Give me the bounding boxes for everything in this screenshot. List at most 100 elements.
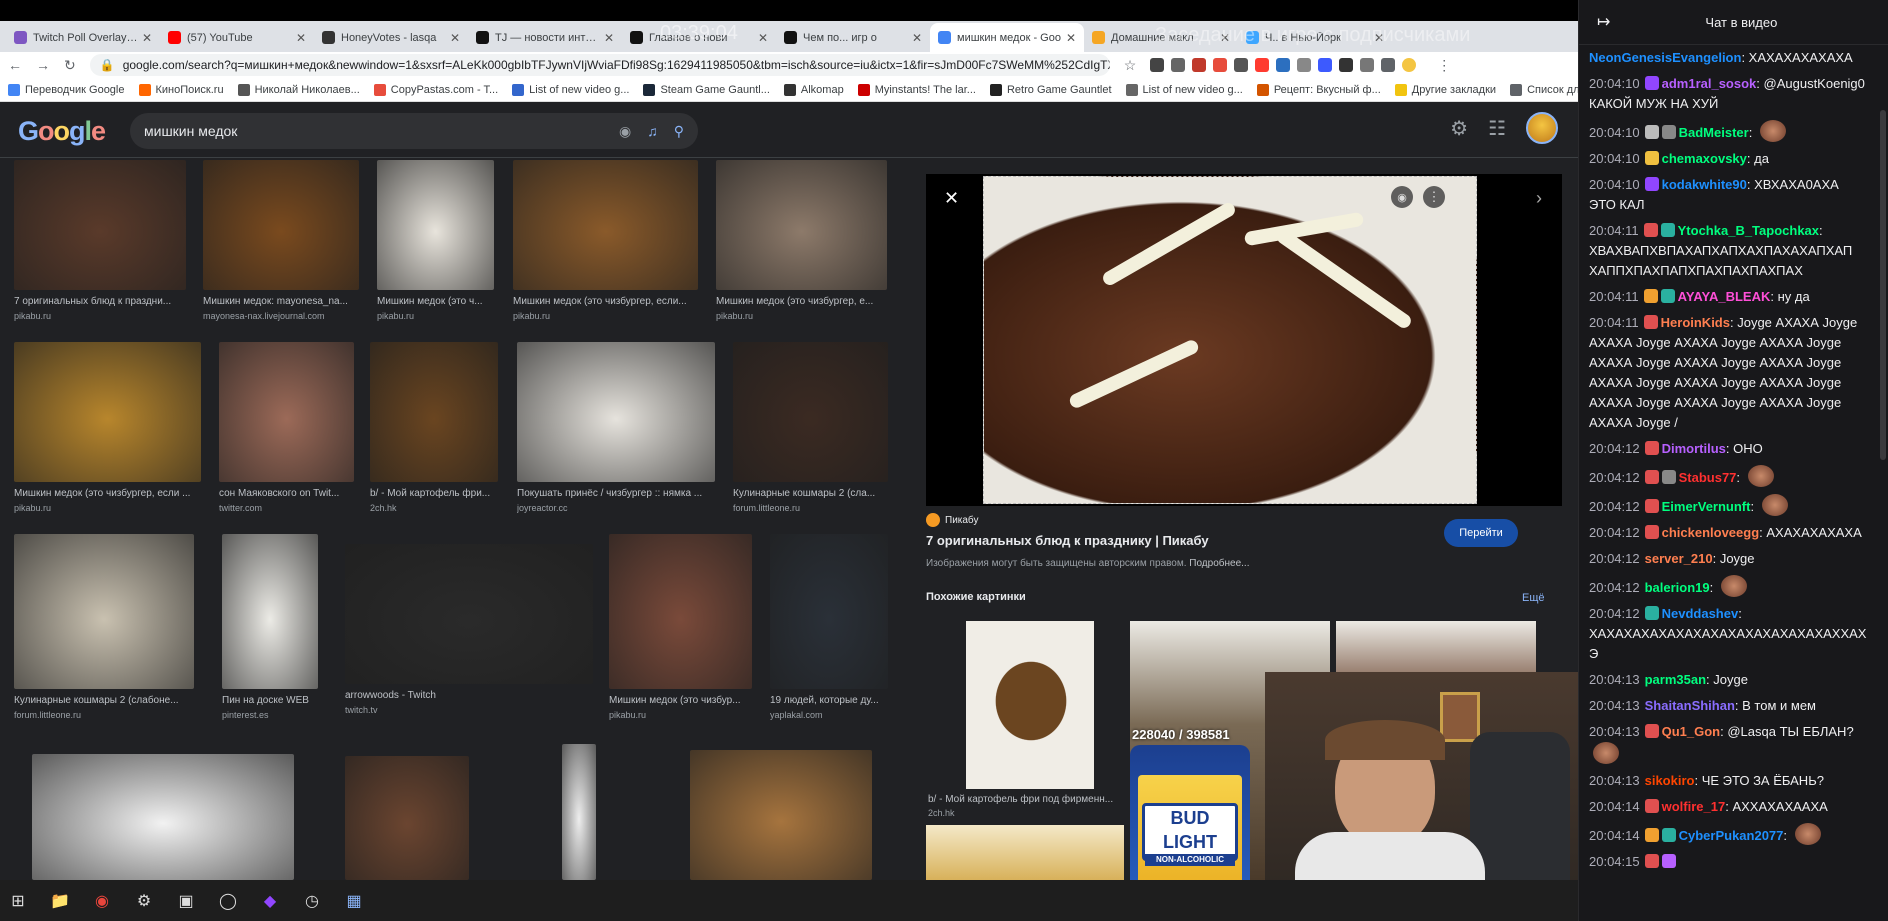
windows-start-icon[interactable]: ⊞ xyxy=(6,889,30,913)
extension-icon[interactable] xyxy=(1171,58,1186,72)
extension-icon[interactable] xyxy=(1276,58,1291,72)
emote-icon[interactable] xyxy=(1593,742,1619,764)
chat-username[interactable]: chemaxovsky xyxy=(1662,151,1747,166)
chat-username[interactable]: Stabus77 xyxy=(1679,470,1737,485)
chat-username[interactable]: HeroinKids xyxy=(1661,315,1730,330)
close-tab-icon[interactable]: ✕ xyxy=(142,31,152,45)
bookmark-item[interactable]: Список для чтения xyxy=(1510,83,1578,96)
close-tab-icon[interactable]: ✕ xyxy=(912,31,922,45)
chat-badge-icon[interactable] xyxy=(1660,289,1675,303)
chrome-icon[interactable]: ◉ xyxy=(90,889,114,913)
close-icon[interactable]: ✕ xyxy=(944,188,959,209)
chat-username[interactable]: parm35an xyxy=(1645,672,1706,687)
chat-badge-icon[interactable] xyxy=(1644,799,1659,813)
chat-username[interactable]: NeonGenesisEvangelion xyxy=(1589,50,1741,65)
result-caption[interactable]: Кулинарные кошмары 2 (слабоне... xyxy=(14,695,194,706)
emote-icon[interactable] xyxy=(1759,120,1786,142)
chat-badge-icon[interactable] xyxy=(1644,499,1659,513)
result-caption[interactable]: Мишкин медок (это чизбургер, если ... xyxy=(14,488,201,499)
visit-button[interactable]: Перейти xyxy=(1444,519,1518,547)
file-explorer-icon[interactable]: 📁 xyxy=(48,889,72,913)
result-caption[interactable]: Мишкин медок: mayonesa_na... xyxy=(203,296,359,307)
image-result[interactable]: Мишкин медок (это чизбур... pikabu.ru xyxy=(609,534,752,720)
result-caption[interactable]: b/ - Мой картофель фри... xyxy=(370,488,498,499)
preview-title[interactable]: 7 оригинальных блюд к празднику | Пикабу xyxy=(926,533,1209,548)
chat-username[interactable]: CyberPukan2077 xyxy=(1679,828,1784,843)
twitch-icon[interactable]: ◆ xyxy=(258,889,282,913)
result-thumbnail[interactable] xyxy=(377,160,494,290)
result-thumbnail[interactable] xyxy=(222,534,318,689)
preview-image[interactable] xyxy=(983,176,1477,504)
bookmark-item[interactable]: Retro Game Gauntlet xyxy=(989,83,1112,96)
image-result[interactable] xyxy=(32,754,294,880)
bookmark-item[interactable]: Переводчик Google xyxy=(8,83,125,96)
browser-tab[interactable]: мишкин медок - Goo ✕ xyxy=(930,23,1084,52)
google-search-box[interactable]: мишкин медок ◉ ♫ ⚲ xyxy=(130,113,698,149)
bookmark-star-icon[interactable]: ☆ xyxy=(1124,57,1137,74)
url-input[interactable]: 🔒 google.com/search?q=мишкин+медок&newwi… xyxy=(89,54,1110,76)
more-info-link[interactable]: Подробнее... xyxy=(1189,558,1249,569)
clock-app-icon[interactable]: ◷ xyxy=(300,889,324,913)
reload-icon[interactable]: ↻ xyxy=(64,57,76,74)
bookmark-item[interactable]: Alkomap xyxy=(783,83,844,96)
chat-username[interactable]: chickenloveegg xyxy=(1662,525,1760,540)
chat-badge-icon[interactable] xyxy=(1644,854,1659,868)
chat-username[interactable]: Qu1_Gon xyxy=(1662,724,1721,739)
result-thumbnail[interactable] xyxy=(345,756,469,880)
image-result[interactable]: Мишкин медок: mayonesa_na... mayonesa-nax… xyxy=(203,160,359,321)
extension-icon[interactable] xyxy=(1297,58,1312,72)
result-thumbnail[interactable] xyxy=(609,534,752,689)
chat-badge-icon[interactable] xyxy=(1661,470,1676,484)
close-tab-icon[interactable]: ✕ xyxy=(296,31,306,45)
image-result[interactable] xyxy=(562,744,596,880)
bookmark-item[interactable]: Николай Николаев... xyxy=(237,83,360,96)
chat-scrollbar[interactable] xyxy=(1880,110,1886,460)
image-result[interactable]: Мишкин медок (это чизбургер, если... pika… xyxy=(513,160,698,321)
chevron-right-icon[interactable]: › xyxy=(1536,188,1542,209)
chat-badge-icon[interactable] xyxy=(1644,151,1659,165)
bookmark-item[interactable]: Рецепт: Вкусный ф... xyxy=(1256,83,1381,96)
forward-icon[interactable]: → xyxy=(36,57,50,73)
gear-icon[interactable]: ⚙ xyxy=(1450,116,1468,141)
chat-badge-icon[interactable] xyxy=(1661,125,1676,139)
chat-username[interactable]: Ytochka_B_Tapochkax xyxy=(1678,223,1819,238)
more-options-icon[interactable]: ⋮ xyxy=(1423,186,1445,208)
chat-badge-icon[interactable] xyxy=(1661,854,1676,868)
result-thumbnail[interactable] xyxy=(370,342,498,482)
browser-tab[interactable]: TJ — новости интерн ✕ xyxy=(468,23,622,52)
result-caption[interactable]: сон Маяковского on Twit... xyxy=(219,488,354,499)
result-caption[interactable]: Мишкин медок (это чизбургер, е... xyxy=(716,296,887,307)
result-thumbnail[interactable] xyxy=(770,534,888,689)
image-result[interactable]: Покушать принёс / чизбургер :: нямка ...… xyxy=(517,342,715,513)
result-caption[interactable]: Кулинарные кошмары 2 (сла... xyxy=(733,488,888,499)
bookmark-item[interactable]: Steam Game Gauntl... xyxy=(643,83,770,96)
extension-icon[interactable] xyxy=(1318,58,1333,72)
image-result[interactable] xyxy=(690,750,872,880)
browser-tab[interactable]: Twitch Poll Overlay - D ✕ xyxy=(6,23,160,52)
chat-badge-icon[interactable] xyxy=(1644,724,1659,738)
result-thumbnail[interactable] xyxy=(345,544,593,684)
result-caption[interactable]: Пин на доске WEB xyxy=(222,695,318,706)
chat-badge-icon[interactable] xyxy=(1661,828,1676,842)
browser-tab[interactable]: (57) YouTube ✕ xyxy=(160,23,314,52)
back-icon[interactable]: ← xyxy=(8,57,22,73)
chat-username[interactable]: adm1ral_sosok xyxy=(1662,76,1757,91)
result-thumbnail[interactable] xyxy=(219,342,354,482)
image-result[interactable] xyxy=(345,756,469,880)
extension-icon[interactable] xyxy=(1255,58,1270,72)
chat-username[interactable]: EimerVernunft xyxy=(1662,499,1751,514)
avatar[interactable] xyxy=(1526,112,1558,144)
result-caption[interactable]: 19 людей, которые ду... xyxy=(770,695,888,706)
extension-icon[interactable] xyxy=(1150,58,1165,72)
profile-avatar[interactable] xyxy=(1402,58,1417,72)
similar-thumb[interactable] xyxy=(966,621,1094,789)
chat-badge-icon[interactable] xyxy=(1644,470,1659,484)
image-result[interactable]: Кулинарные кошмары 2 (слабоне... forum.li… xyxy=(14,534,194,720)
result-thumbnail[interactable] xyxy=(716,160,887,290)
chat-badge-icon[interactable] xyxy=(1643,223,1658,237)
image-result[interactable]: Мишкин медок (это чизбургер, если ... pik… xyxy=(14,342,201,513)
chat-username[interactable]: balerion19 xyxy=(1645,580,1710,595)
gamepad-icon[interactable]: ▣ xyxy=(174,889,198,913)
bookmark-item[interactable]: List of new video g... xyxy=(512,83,629,96)
close-tab-icon[interactable]: ✕ xyxy=(758,31,768,45)
